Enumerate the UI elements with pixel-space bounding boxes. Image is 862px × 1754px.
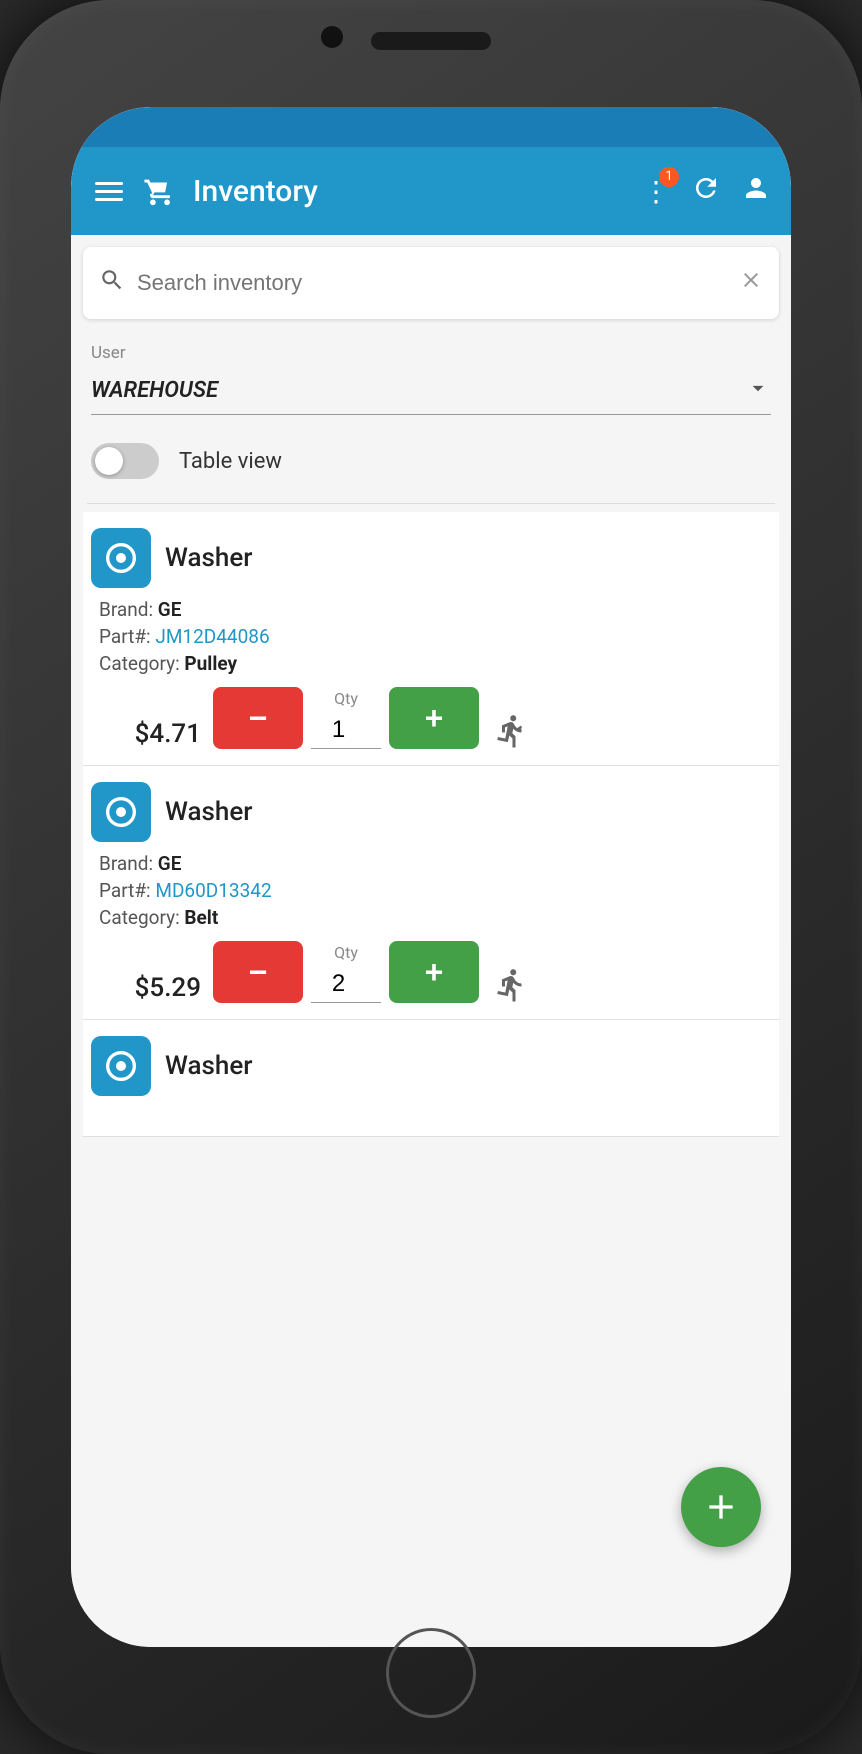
fab-add-button[interactable]: [681, 1467, 761, 1547]
item-icon: [91, 1036, 151, 1096]
item-price: $4.71: [91, 719, 201, 749]
increase-qty-button[interactable]: +: [389, 687, 479, 749]
app-screen: Inventory ⋮ 1: [71, 107, 791, 1647]
notification-badge: 1: [659, 167, 679, 187]
qty-section: Qty: [311, 689, 381, 749]
menu-button[interactable]: [91, 178, 127, 205]
item-part: Part#: MD60D13342: [99, 879, 763, 902]
item-category: Category: Pulley: [99, 652, 763, 675]
increase-qty-button[interactable]: +: [389, 941, 479, 1003]
status-bar: [71, 107, 791, 147]
toggle-knob: [95, 447, 123, 475]
qty-input[interactable]: [311, 966, 381, 1003]
user-section: User WAREHOUSE: [87, 331, 775, 423]
phone-speaker: [371, 32, 491, 50]
transfer-icon[interactable]: [493, 967, 529, 1003]
item-header: Washer: [91, 528, 771, 588]
item-name: Washer: [165, 797, 252, 827]
search-bar: [83, 247, 779, 319]
inventory-item: Washer: [83, 1020, 779, 1137]
search-input[interactable]: [137, 270, 739, 296]
item-brand: Brand: GE: [99, 598, 763, 621]
item-name: Washer: [165, 1051, 252, 1081]
item-controls: $4.71 − Qty +: [91, 687, 771, 749]
home-button[interactable]: [386, 1628, 476, 1718]
item-name: Washer: [165, 543, 252, 573]
table-view-section: Table view: [87, 423, 775, 495]
inventory-item: Washer Brand: GE Part#: MD60D13342 Categ…: [83, 766, 779, 1020]
cart-icon: [143, 174, 177, 208]
app-toolbar: Inventory ⋮ 1: [71, 147, 791, 235]
item-header: Washer: [91, 1036, 771, 1096]
refresh-button[interactable]: [691, 173, 721, 210]
profile-button[interactable]: [741, 173, 771, 210]
search-icon: [99, 267, 125, 299]
qty-label: Qty: [334, 689, 358, 708]
table-view-toggle[interactable]: [91, 443, 159, 479]
chevron-down-icon: [745, 375, 771, 406]
decrease-qty-button[interactable]: −: [213, 941, 303, 1003]
part-number-link[interactable]: MD60D13342: [155, 879, 271, 902]
item-category: Category: Belt: [99, 906, 763, 929]
table-view-label: Table view: [179, 449, 282, 474]
phone-screen: Inventory ⋮ 1: [71, 107, 791, 1647]
item-header: Washer: [91, 782, 771, 842]
more-button[interactable]: ⋮ 1: [642, 175, 671, 208]
qty-label: Qty: [334, 943, 358, 962]
inventory-item: Washer Brand: GE Part#: JM12D44086 Categ…: [83, 512, 779, 766]
clear-search-button[interactable]: [739, 268, 763, 298]
item-icon: [91, 528, 151, 588]
toolbar-right: ⋮ 1: [642, 173, 771, 210]
user-dropdown[interactable]: WAREHOUSE: [91, 367, 771, 415]
user-label: User: [91, 343, 771, 363]
section-divider: [87, 503, 775, 504]
item-controls: $5.29 − Qty +: [91, 941, 771, 1003]
phone-frame: Inventory ⋮ 1: [0, 0, 862, 1754]
content-area: User WAREHOUSE Table: [71, 331, 791, 1647]
decrease-qty-button[interactable]: −: [213, 687, 303, 749]
transfer-icon[interactable]: [493, 713, 529, 749]
qty-input[interactable]: [311, 712, 381, 749]
phone-camera: [321, 26, 343, 48]
qty-section: Qty: [311, 943, 381, 1003]
user-dropdown-value: WAREHOUSE: [91, 378, 218, 403]
item-part: Part#: JM12D44086: [99, 625, 763, 648]
part-number-link[interactable]: JM12D44086: [155, 625, 269, 648]
toolbar-title: Inventory: [193, 174, 626, 209]
item-price: $5.29: [91, 973, 201, 1003]
item-brand: Brand: GE: [99, 852, 763, 875]
item-icon: [91, 782, 151, 842]
